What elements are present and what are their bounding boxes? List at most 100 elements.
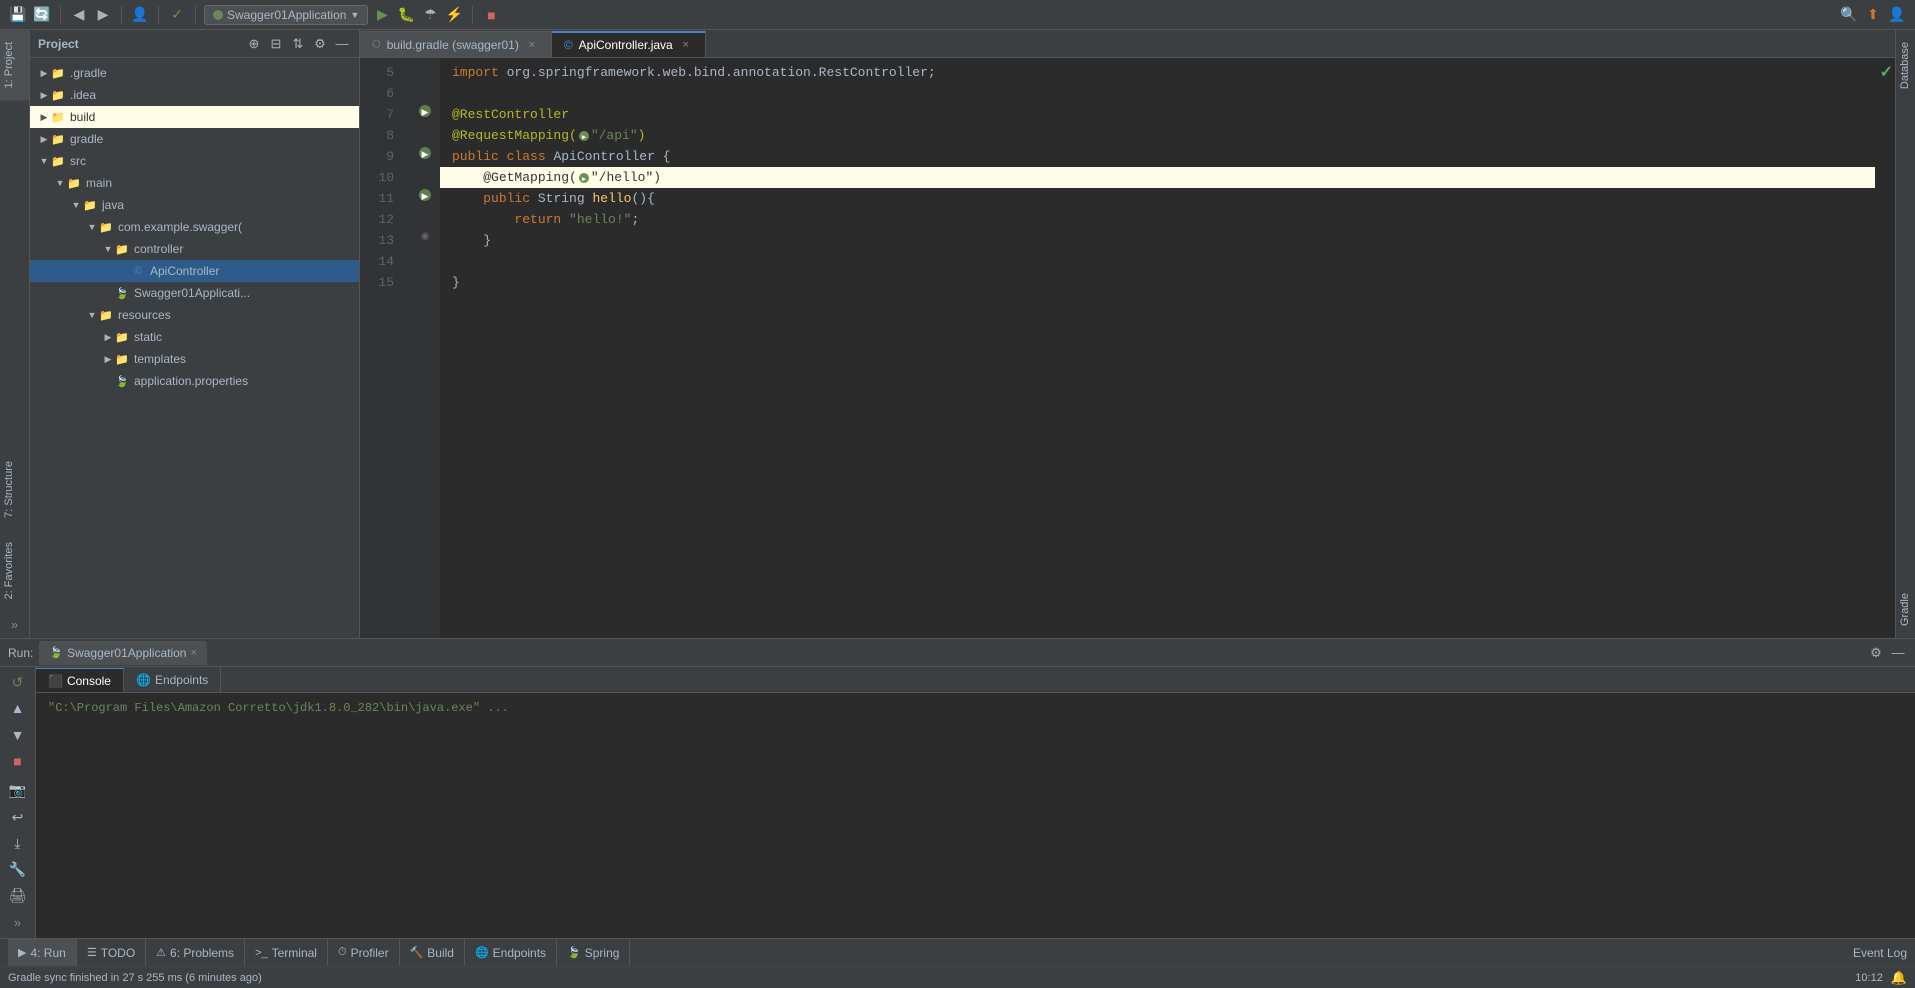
tree-item-main[interactable]: ▼ 📁 main <box>30 172 359 194</box>
scroll-end-button[interactable]: ⤓ <box>5 832 31 854</box>
tree-label: build <box>70 110 95 124</box>
gutter-13: ◉ <box>410 226 440 247</box>
stop-run-button[interactable]: ■ <box>5 750 31 772</box>
close-panel-icon[interactable]: — <box>333 35 351 53</box>
left-panel-favorites[interactable]: 2: Favorites <box>0 530 29 611</box>
line-num-14: 14 <box>360 251 402 272</box>
props-file-icon: 🍃 <box>114 373 130 389</box>
tree-item-gradle[interactable]: ▶ 📁 gradle <box>30 128 359 150</box>
tree-item-templates[interactable]: ▶ 📁 templates <box>30 348 359 370</box>
scroll-up-button[interactable]: ▲ <box>5 697 31 719</box>
tree-item-resources[interactable]: ▼ 📁 resources <box>30 304 359 326</box>
tree-label: resources <box>118 308 171 322</box>
search-button[interactable]: 🔍 <box>1839 5 1859 25</box>
debug-button[interactable]: 🐛 <box>396 5 416 25</box>
folder-icon: 📁 <box>114 241 130 257</box>
tree-item-swagger-app[interactable]: 🍃 Swagger01Applicati... <box>30 282 359 304</box>
update-button[interactable]: ⬆ <box>1863 5 1883 25</box>
tree-item-apicontroller[interactable]: © ApiController <box>30 260 359 282</box>
tree-label: src <box>70 154 86 168</box>
status-tab-problems[interactable]: ⚠ 6: Problems <box>146 939 245 967</box>
status-tab-todo[interactable]: ☰ TODO <box>77 939 146 967</box>
more-tools-button[interactable]: » <box>14 911 21 934</box>
locate-icon[interactable]: ⊕ <box>245 35 263 53</box>
tree-item-gradle-hidden[interactable]: ▶ 📁 .gradle <box>30 62 359 84</box>
tree-item-static[interactable]: ▶ 📁 static <box>30 326 359 348</box>
console-tab-console[interactable]: ⬛ Console <box>36 668 124 692</box>
coverage-button[interactable]: ☂ <box>420 5 440 25</box>
status-tab-endpoints[interactable]: 🌐 Endpoints <box>465 939 557 967</box>
profile-button[interactable]: ⚡ <box>444 5 464 25</box>
tree-item-src[interactable]: ▼ 📁 src <box>30 150 359 172</box>
folder-icon: 📁 <box>98 219 114 235</box>
tree-item-java-folder[interactable]: ▼ 📁 java <box>30 194 359 216</box>
line-num-15: 15 <box>360 272 402 293</box>
forward-icon[interactable]: ▶ <box>93 5 113 25</box>
tab-close-api[interactable]: × <box>679 38 693 52</box>
breakpoint-gutter-13: ◉ <box>421 231 430 242</box>
run-config-button[interactable]: Swagger01Application ▼ <box>204 5 368 25</box>
folder-icon: 📁 <box>114 329 130 345</box>
tab-close-build[interactable]: × <box>525 38 539 52</box>
print-button[interactable]: 🖨 <box>5 885 31 907</box>
left-panel-more[interactable]: » <box>0 611 29 638</box>
database-panel-label[interactable]: Database <box>1896 34 1915 97</box>
tab-api-controller[interactable]: © ApiController.java × <box>552 31 706 57</box>
account-icon[interactable]: 👤 <box>1887 5 1907 25</box>
user-icon[interactable]: 👤 <box>130 5 150 25</box>
notification-icon[interactable]: 🔔 <box>1891 970 1907 986</box>
tab-build-gradle[interactable]: ⬡ build.gradle (swagger01) × <box>360 31 552 57</box>
sync-icon[interactable]: 🔄 <box>32 5 52 25</box>
code-line-8: @RequestMapping(▶"/api") <box>452 125 1863 146</box>
run-header-right: ⚙ — <box>1867 644 1907 662</box>
run-tab-close-icon[interactable]: × <box>190 647 196 659</box>
left-panel-project[interactable]: 1: Project <box>0 30 29 100</box>
code-line-12: return "hello!"; <box>452 209 1863 230</box>
tree-item-build[interactable]: ▶ 📁 build <box>30 106 359 128</box>
run-minimize-icon[interactable]: — <box>1889 644 1907 662</box>
wrap-lines-button[interactable]: ↩ <box>5 806 31 828</box>
svg-text:▶: ▶ <box>422 149 429 159</box>
console-tab-endpoints[interactable]: 🌐 Endpoints <box>124 668 221 692</box>
left-panel-structure[interactable]: 7: Structure <box>0 449 29 530</box>
line-num-10: 10 <box>360 167 402 188</box>
camera-button[interactable]: 📷 <box>5 780 31 802</box>
restart-button[interactable]: ↺ <box>5 671 31 693</box>
run-config-indicator <box>213 10 223 20</box>
scroll-down-button[interactable]: ▼ <box>5 723 31 745</box>
gutter-8 <box>410 121 440 142</box>
tree-item-app-props[interactable]: 🍃 application.properties <box>30 370 359 392</box>
spring-inline-icon-10: ▶ <box>578 172 590 184</box>
editor-area: ⬡ build.gradle (swagger01) × © ApiContro… <box>360 30 1895 638</box>
folder-icon: 📁 <box>50 131 66 147</box>
tree-label: application.properties <box>134 374 248 388</box>
git-icon[interactable]: ✓ <box>167 5 187 25</box>
back-icon[interactable]: ◀ <box>69 5 89 25</box>
tree-item-package[interactable]: ▼ 📁 com.example.swagger( <box>30 216 359 238</box>
save-icon[interactable]: 💾 <box>8 5 28 25</box>
code-content[interactable]: import org.springframework.web.bind.anno… <box>440 58 1875 638</box>
tree-label: Swagger01Applicati... <box>134 286 250 300</box>
status-tab-profiler[interactable]: ⏱ Profiler <box>328 939 400 967</box>
filter-button[interactable]: 🔧 <box>5 859 31 881</box>
line-num-6: 6 <box>360 83 402 104</box>
settings-icon[interactable]: ⚙ <box>311 35 329 53</box>
status-tab-spring[interactable]: 🍃 Spring <box>557 939 630 967</box>
code-line-14 <box>452 251 1863 272</box>
run-settings-icon[interactable]: ⚙ <box>1867 644 1885 662</box>
status-tab-terminal[interactable]: >_ Terminal <box>245 939 328 967</box>
status-tab-run[interactable]: ▶ 4: Run <box>8 939 77 967</box>
gradle-panel-label[interactable]: Gradle <box>1896 585 1915 634</box>
code-line-5: import org.springframework.web.bind.anno… <box>452 62 1863 83</box>
tree-item-idea[interactable]: ▶ 📁 .idea <box>30 84 359 106</box>
status-tab-build-label: Build <box>427 946 454 960</box>
tree-item-controller[interactable]: ▼ 📁 controller <box>30 238 359 260</box>
collapse-all-icon[interactable]: ⊟ <box>267 35 285 53</box>
sort-icon[interactable]: ⇅ <box>289 35 307 53</box>
event-log-link[interactable]: Event Log <box>1853 946 1907 960</box>
run-tab-swagger[interactable]: 🍃 Swagger01Application × <box>39 641 207 665</box>
stop-button[interactable]: ■ <box>481 5 501 25</box>
status-tab-build[interactable]: 🔨 Build <box>400 939 465 967</box>
run-button[interactable]: ▶ <box>372 5 392 25</box>
run-config-dropdown-icon: ▼ <box>350 10 359 20</box>
